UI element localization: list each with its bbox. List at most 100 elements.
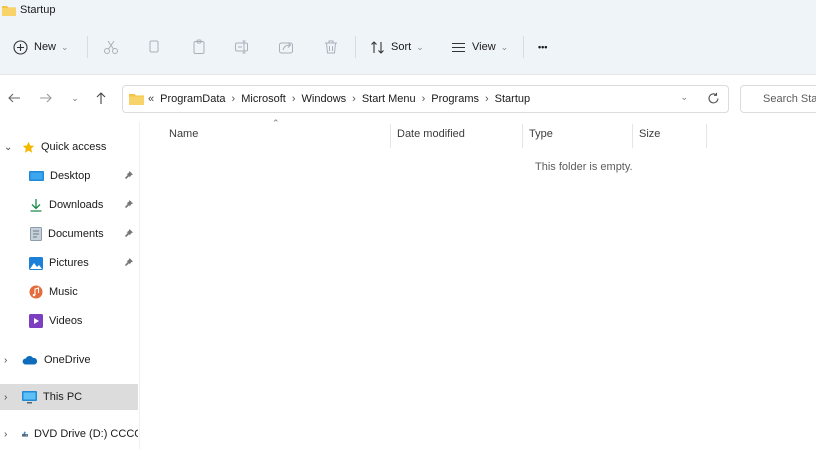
divider (523, 36, 524, 58)
view-button[interactable]: View ⌄ (451, 20, 508, 74)
pin-icon (124, 257, 134, 270)
sort-icon (371, 40, 384, 54)
nav-label: Videos (49, 315, 83, 327)
chevron-right-icon[interactable]: › (4, 355, 7, 366)
column-size[interactable]: Size (639, 128, 660, 140)
star-icon (22, 141, 35, 153)
pin-icon (124, 170, 134, 183)
forward-button[interactable] (38, 89, 54, 107)
breadcrumb-overflow[interactable]: « (148, 93, 154, 105)
arrow-up-icon (96, 92, 106, 104)
cut-button[interactable] (103, 20, 119, 74)
pin-icon (124, 199, 134, 212)
more-icon: ••• (538, 42, 548, 52)
chevron-down-icon[interactable]: ⌄ (4, 142, 12, 153)
breadcrumb-startup[interactable]: Startup (495, 93, 530, 105)
nav-label: Pictures (49, 257, 89, 269)
nav-label: Downloads (49, 199, 104, 211)
rename-button[interactable] (234, 20, 250, 74)
address-row: ⌄ « ProgramData › Microsoft › Windows › … (0, 74, 816, 121)
chevron-down-icon[interactable]: ⌄ (680, 92, 688, 103)
divider (355, 36, 356, 58)
nav-onedrive[interactable]: › OneDrive (0, 347, 138, 373)
breadcrumb-start-menu[interactable]: Start Menu (362, 93, 416, 105)
refresh-button[interactable] (707, 92, 720, 108)
nav-label: Documents (48, 228, 104, 240)
arrow-left-icon (8, 93, 20, 103)
breadcrumb-programs[interactable]: Programs (431, 93, 479, 105)
breadcrumb-separator[interactable]: › (352, 93, 356, 105)
sort-indicator-icon: ⌃ (272, 118, 280, 128)
plus-circle-icon (13, 39, 28, 55)
navigation-pane: ⌄ Quick access Desktop Downloads Documen… (0, 122, 140, 449)
column-date-modified[interactable]: Date modified (397, 128, 465, 140)
chevron-down-icon: ⌄ (71, 92, 79, 103)
nav-dvd-drive[interactable]: › DVD Drive (D:) CCCOMA_X64FRE_EN-US_DV9 (0, 421, 138, 447)
nav-item-downloads[interactable]: Downloads (0, 192, 138, 218)
breadcrumb-microsoft[interactable]: Microsoft (241, 93, 286, 105)
column-divider[interactable] (522, 124, 523, 148)
nav-item-music[interactable]: Music (0, 279, 138, 305)
nav-item-documents[interactable]: Documents (0, 221, 138, 247)
breadcrumb-separator[interactable]: › (292, 93, 296, 105)
empty-folder-message: This folder is empty. (535, 161, 633, 173)
refresh-icon (708, 92, 719, 104)
breadcrumb-separator[interactable]: › (422, 93, 426, 105)
file-list: ⌃ Name Date modified Type Size This fold… (141, 118, 816, 449)
nav-label: Quick access (41, 141, 107, 153)
breadcrumb-separator[interactable]: › (232, 93, 236, 105)
chevron-right-icon[interactable]: › (4, 392, 7, 403)
address-bar[interactable]: « ProgramData › Microsoft › Windows › St… (122, 85, 729, 113)
nav-label: OneDrive (44, 354, 91, 366)
column-name[interactable]: Name (169, 128, 198, 140)
view-label: View (472, 41, 496, 53)
back-button[interactable] (6, 89, 22, 107)
breadcrumb-separator[interactable]: › (485, 93, 489, 105)
arrow-right-icon (40, 93, 52, 103)
desktop-icon (29, 171, 44, 181)
dvd-drive-icon (22, 431, 29, 437)
recent-locations-button[interactable]: ⌄ (67, 89, 83, 107)
delete-icon (325, 40, 337, 54)
sort-label: Sort (391, 41, 412, 53)
nav-item-desktop[interactable]: Desktop (0, 163, 138, 189)
rename-icon (235, 40, 248, 54)
title-bar: Startup (0, 0, 816, 20)
breadcrumb-programdata[interactable]: ProgramData (160, 93, 225, 105)
documents-icon (30, 227, 42, 241)
nav-label: Music (49, 286, 78, 298)
share-button[interactable] (278, 20, 294, 74)
nav-quick-access[interactable]: ⌄ Quick access (0, 134, 138, 160)
new-button[interactable]: New ⌄ (13, 20, 69, 74)
music-icon (29, 285, 43, 299)
more-options-button[interactable]: ••• (538, 20, 547, 74)
nav-item-videos[interactable]: Videos (0, 308, 138, 334)
command-bar: New ⌄ Sort ⌄ View ⌄ ••• (0, 20, 816, 74)
folder-icon (2, 5, 16, 16)
column-divider[interactable] (706, 124, 707, 148)
chevron-down-icon: ⌄ (61, 41, 69, 52)
search-box[interactable]: Search Startup (740, 85, 816, 113)
delete-button[interactable] (323, 20, 339, 74)
share-icon (279, 42, 293, 54)
divider (87, 36, 88, 58)
chevron-down-icon: ⌄ (500, 41, 509, 52)
paste-button[interactable] (191, 20, 207, 74)
chevron-right-icon[interactable]: › (4, 429, 7, 440)
up-button[interactable] (93, 89, 109, 107)
column-divider[interactable] (632, 124, 633, 148)
computer-icon (22, 390, 37, 403)
videos-icon (29, 314, 43, 328)
sort-button[interactable]: Sort ⌄ (370, 20, 424, 74)
nav-item-pictures[interactable]: Pictures (0, 250, 138, 276)
view-list-icon (452, 42, 465, 52)
pictures-icon (29, 256, 43, 270)
cut-icon (104, 40, 118, 54)
column-divider[interactable] (390, 124, 391, 148)
paste-icon (193, 39, 205, 54)
column-type[interactable]: Type (529, 128, 553, 140)
breadcrumb-windows[interactable]: Windows (302, 93, 347, 105)
nav-this-pc[interactable]: › This PC (0, 384, 138, 410)
copy-button[interactable] (146, 20, 162, 74)
copy-icon (149, 40, 159, 53)
